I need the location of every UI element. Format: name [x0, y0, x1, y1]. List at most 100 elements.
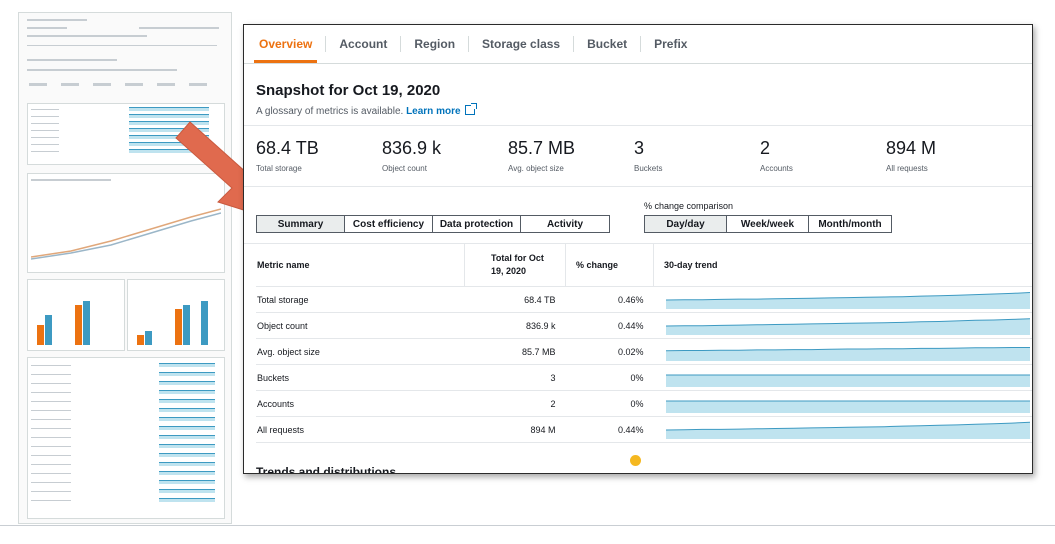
thumbnail-element: [159, 399, 215, 403]
metric-card: 3 Buckets: [634, 126, 760, 173]
row-total: 2: [464, 390, 566, 417]
metric-value: 68.4 TB: [256, 138, 319, 158]
comparison-option-month-month[interactable]: Month/month: [809, 216, 891, 232]
metrics-table: Metric name Total for Oct 19, 2020 % cha…: [256, 244, 1032, 443]
thumbnail-element: [31, 491, 71, 492]
metric-value: 2: [760, 138, 771, 158]
thumbnail-element: [31, 392, 71, 393]
tab-region[interactable]: Region: [401, 36, 470, 52]
metric-label: Avg. object size: [508, 164, 564, 173]
row-change: 0.02%: [565, 338, 654, 365]
metric-card: 2 Accounts: [760, 126, 886, 173]
row-metric-name: Buckets: [256, 364, 465, 391]
metric-card: 894 M All requests: [886, 126, 1012, 173]
sparkline-chart: [665, 400, 1030, 413]
dashboard-tabs: Overview Account Region Storage class Bucket…: [244, 25, 1032, 64]
row-trend: [653, 312, 1032, 339]
metric-value: 894 M: [886, 138, 937, 158]
view-option-summary[interactable]: Summary: [257, 216, 345, 232]
metric-card: 836.9 k Object count: [382, 126, 508, 173]
metric-label: All requests: [886, 164, 928, 173]
comparison-option-day-day[interactable]: Day/day: [645, 216, 727, 232]
tab-storage-class[interactable]: Storage class: [469, 36, 575, 52]
tab-prefix[interactable]: Prefix: [641, 36, 700, 52]
view-option-activity[interactable]: Activity: [521, 216, 609, 232]
thumbnail-element: [159, 417, 215, 421]
metrics-table-body: Total storage 68.4 TB 0.46% Object count 836…: [256, 286, 1032, 443]
thumbnail-element: [31, 464, 71, 465]
thumbnail-element: [157, 83, 175, 86]
sparkline-area: [665, 318, 1030, 335]
tab-account[interactable]: Account: [326, 36, 402, 52]
row-metric-name: Object count: [256, 312, 465, 339]
thumbnail-element: [201, 301, 208, 345]
glossary-note: A glossary of metrics is available. Lear…: [256, 103, 1020, 117]
thumbnail-element: [159, 498, 215, 502]
row-change: 0.44%: [565, 416, 654, 443]
thumbnail-element: [183, 305, 190, 345]
comparison-option-week-week[interactable]: Week/week: [727, 216, 809, 232]
row-trend: [653, 338, 1032, 365]
comparison-label: % change comparison: [644, 201, 734, 211]
thumbnail-element: [75, 305, 82, 345]
thumbnail-element: [159, 471, 215, 475]
thumbnail-element: [159, 444, 215, 448]
row-change: 0.46%: [565, 286, 654, 313]
metrics-summary: 68.4 TB Total storage 836.9 k Object count 8…: [244, 126, 1032, 187]
thumbnail-element: [31, 144, 59, 145]
thumbnail-element: [137, 335, 144, 345]
metric-label: Accounts: [760, 164, 793, 173]
cursor-dot: [630, 455, 641, 466]
thumbnail-element: [189, 83, 207, 86]
thumbnail-element: [27, 27, 67, 29]
table-row: Buckets 3 0%: [256, 364, 1032, 391]
thumbnail-element: [29, 83, 47, 86]
tab-overview[interactable]: Overview: [246, 36, 327, 63]
thumbnail-element: [31, 446, 71, 447]
metric-label: Total storage: [256, 164, 302, 173]
view-option-data-protection[interactable]: Data protection: [433, 216, 521, 232]
row-change: 0%: [565, 390, 654, 417]
row-metric-name: Total storage: [256, 286, 465, 313]
thumbnail-element: [159, 381, 215, 385]
col-total: Total for Oct 19, 2020: [464, 244, 566, 287]
sparkline-area: [665, 347, 1030, 361]
view-option-cost-efficiency[interactable]: Cost efficiency: [345, 216, 433, 232]
table-row: Avg. object size 85.7 MB 0.02%: [256, 338, 1032, 365]
thumbnail-element: [31, 410, 71, 411]
metric-card: 85.7 MB Avg. object size: [508, 126, 634, 173]
thumbnail-element: [31, 428, 71, 429]
thumbnail-element: [125, 83, 143, 86]
col-total-label: Total for Oct 19, 2020: [491, 253, 544, 276]
view-segmented-control: Summary Cost efficiency Data protection Act…: [256, 215, 610, 233]
learn-more-label: Learn more: [406, 106, 461, 117]
thumbnail-element: [159, 390, 215, 394]
thumbnail-element: [31, 151, 59, 152]
thumbnail-element: [175, 309, 182, 345]
thumbnail-element: [31, 401, 71, 402]
thumbnail-element: [31, 437, 71, 438]
row-total: 68.4 TB: [464, 286, 566, 313]
learn-more-link[interactable]: Learn more: [406, 103, 477, 117]
thumbnail-element: [159, 426, 215, 430]
sparkline-chart: [665, 374, 1030, 387]
row-trend: [653, 286, 1032, 313]
row-trend: [653, 364, 1032, 391]
thumbnail-element: [27, 45, 217, 46]
thumbnail-element: [83, 301, 90, 345]
thumbnail-element: [159, 363, 215, 367]
sparkline-area: [665, 400, 1030, 413]
thumbnail-element: [27, 69, 177, 71]
sparkline-chart: [665, 346, 1030, 361]
col-trend: 30-day trend: [653, 244, 1032, 287]
thumbnail-element: [31, 109, 59, 110]
thumbnail-element: [145, 331, 152, 345]
sparkline-area: [665, 374, 1030, 387]
sparkline-chart: [665, 421, 1030, 439]
row-metric-name: Accounts: [256, 390, 465, 417]
table-header-row: Metric name Total for Oct 19, 2020 % cha…: [256, 244, 1032, 287]
sparkline-chart: [665, 291, 1030, 309]
snapshot-header: Snapshot for Oct 19, 2020 A glossary of …: [244, 64, 1032, 126]
row-metric-name: Avg. object size: [256, 338, 465, 365]
tab-bucket[interactable]: Bucket: [574, 36, 642, 52]
